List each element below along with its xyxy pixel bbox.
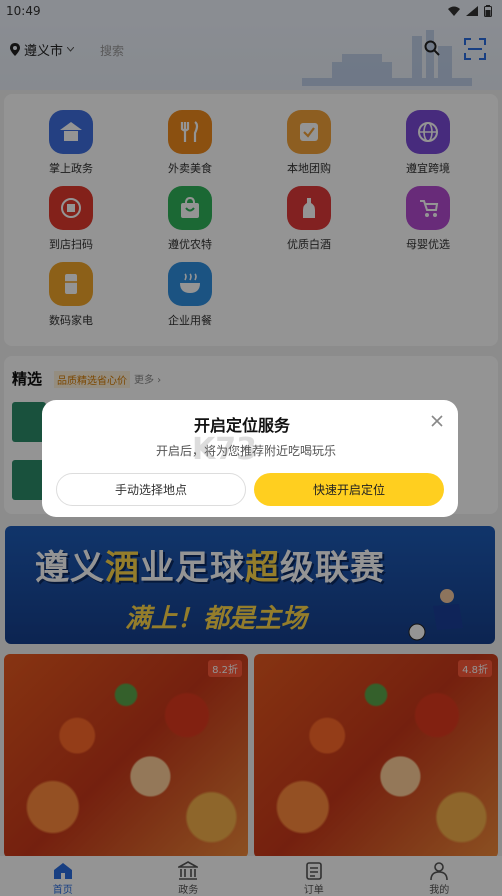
dialog-title: 开启定位服务 (193, 416, 290, 435)
enable-location-button[interactable]: 快速开启定位 (254, 473, 444, 506)
close-icon[interactable] (430, 414, 444, 428)
dialog-message: 开启后，将为您推荐附近吃喝玩乐 (155, 444, 336, 458)
location-permission-dialog: K73 开启定位服务 开启后，将为您推荐附近吃喝玩乐 手动选择地点 快速开启定位 (42, 400, 458, 517)
manual-select-location-button[interactable]: 手动选择地点 (56, 473, 246, 506)
